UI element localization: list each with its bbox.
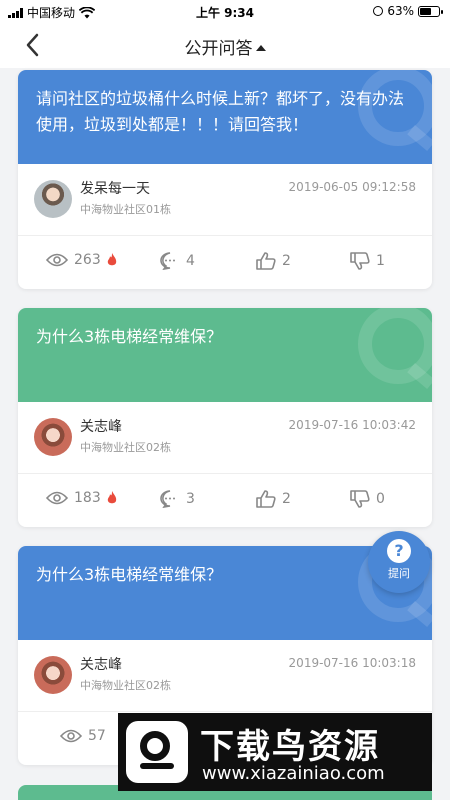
post-date: 2019-07-16 10:03:42	[288, 418, 416, 432]
views-count: 183	[74, 490, 101, 506]
eye-icon	[46, 491, 68, 505]
likes-stat[interactable]: 2	[256, 490, 291, 508]
comments-stat[interactable]: 4	[160, 252, 195, 270]
thumbs-up-icon	[256, 252, 276, 270]
post-date: 2019-06-05 09:12:58	[288, 180, 416, 194]
question-mark-icon: ?	[387, 539, 411, 563]
question-stats: 183 3 2 0	[18, 474, 432, 527]
dislikes-count: 1	[376, 253, 385, 269]
comments-count: 4	[186, 253, 195, 269]
ask-button-label: 提问	[388, 567, 410, 580]
likes-stat[interactable]: 2	[256, 252, 291, 270]
flame-icon	[107, 253, 116, 266]
question-stats: 263 4 2 1	[18, 236, 432, 289]
views-stat: 57	[60, 728, 106, 744]
page-title[interactable]: 公开问答	[0, 34, 450, 59]
avatar[interactable]	[34, 418, 72, 456]
flame-icon	[107, 491, 116, 504]
thumbs-up-icon	[256, 490, 276, 508]
author-community: 中海物业社区02栋	[80, 441, 171, 454]
views-stat: 263	[46, 252, 117, 268]
author-name: 发呆每一天	[80, 181, 150, 197]
question-card[interactable]: 为什么3栋电梯经常维保？ 关志峰 中海物业社区02栋 2019-07-16 10…	[18, 308, 432, 527]
orientation-lock-icon	[373, 6, 384, 16]
battery-icon	[418, 5, 443, 17]
nav-bar: 公开问答	[0, 22, 450, 68]
eye-icon	[46, 253, 68, 267]
thumbs-down-icon	[350, 252, 370, 270]
q-watermark-icon	[358, 308, 432, 384]
caret-up-icon	[255, 45, 266, 51]
dislikes-count: 0	[376, 491, 385, 507]
author-name: 关志峰	[80, 657, 122, 673]
question-title: 为什么3栋电梯经常维保？	[36, 327, 223, 346]
question-header[interactable]: 为什么3栋电梯经常维保？	[18, 308, 432, 402]
question-title: 请问社区的垃圾桶什么时候上新？都坏了，没有办法使用，垃圾到处都是！！！请回答我！	[36, 89, 405, 134]
watermark-banner: 下载鸟资源 www.xiazainiao.com	[118, 713, 432, 791]
comment-icon	[160, 252, 175, 270]
author-name: 关志峰	[80, 419, 122, 435]
likes-count: 2	[282, 491, 291, 507]
watermark-title: 下载鸟资源	[200, 727, 380, 767]
comment-icon	[160, 490, 175, 508]
dislikes-stat[interactable]: 1	[350, 252, 385, 270]
views-count: 57	[88, 728, 106, 744]
comments-count: 3	[186, 491, 195, 507]
bird-logo-icon	[126, 721, 188, 783]
q-watermark-icon	[358, 70, 432, 146]
watermark-url: www.xiazainiao.com	[202, 763, 385, 784]
comments-stat[interactable]: 3	[160, 490, 195, 508]
ask-question-button[interactable]: ? 提问	[368, 531, 430, 593]
status-bar: 中国移动 上午 9:34 63%	[0, 0, 450, 22]
likes-count: 2	[282, 253, 291, 269]
question-card[interactable]: 请问社区的垃圾桶什么时候上新？都坏了，没有办法使用，垃圾到处都是！！！请回答我！…	[18, 70, 432, 289]
eye-icon	[60, 729, 82, 743]
question-author-row: 关志峰 中海物业社区02栋 2019-07-16 10:03:42	[18, 402, 432, 474]
avatar[interactable]	[34, 656, 72, 694]
dislikes-stat[interactable]: 0	[350, 490, 385, 508]
post-date: 2019-07-16 10:03:18	[288, 656, 416, 670]
battery-percent: 63%	[387, 4, 414, 18]
avatar[interactable]	[34, 180, 72, 218]
author-community: 中海物业社区02栋	[80, 679, 171, 692]
question-title: 为什么3栋电梯经常维保？	[36, 565, 223, 584]
author-community: 中海物业社区01栋	[80, 203, 171, 216]
question-author-row: 关志峰 中海物业社区02栋 2019-07-16 10:03:18	[18, 640, 432, 712]
views-stat: 183	[46, 490, 117, 506]
views-count: 263	[74, 252, 101, 268]
page-title-text: 公开问答	[184, 39, 253, 59]
question-author-row: 发呆每一天 中海物业社区01栋 2019-06-05 09:12:58	[18, 164, 432, 236]
thumbs-down-icon	[350, 490, 370, 508]
question-header[interactable]: 请问社区的垃圾桶什么时候上新？都坏了，没有办法使用，垃圾到处都是！！！请回答我！	[18, 70, 432, 164]
